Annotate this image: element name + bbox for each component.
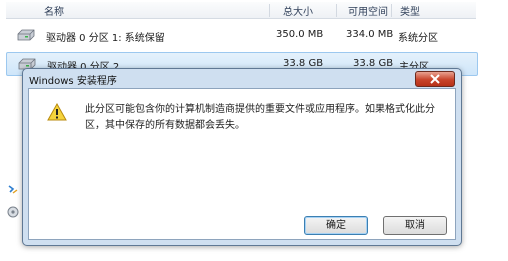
drive-icon xyxy=(17,29,35,41)
partition-type: 系统分区 xyxy=(398,33,438,44)
ok-button[interactable]: 确定 xyxy=(304,216,368,235)
partition-name: 驱动器 0 分区 1: 系统保留 xyxy=(46,33,165,44)
column-header-type[interactable]: 类型 xyxy=(400,3,420,18)
column-header-free-space[interactable]: 可用空间 xyxy=(348,3,388,18)
column-divider[interactable] xyxy=(391,4,392,17)
partition-free-space: 334.0 MB xyxy=(346,29,394,40)
column-header-total-size[interactable]: 总大小 xyxy=(283,3,313,18)
partition-total-size: 350.0 MB xyxy=(276,29,324,40)
dialog-title: Windows 安装程序 xyxy=(29,76,117,87)
column-divider[interactable] xyxy=(336,4,337,17)
close-button[interactable] xyxy=(415,71,455,87)
refresh-icon[interactable] xyxy=(6,183,20,197)
close-icon xyxy=(430,74,440,84)
load-driver-icon[interactable] xyxy=(6,205,20,219)
warning-icon xyxy=(47,103,67,121)
partition-list-header: 名称 总大小 可用空间 类型 xyxy=(6,2,476,19)
dialog-message: 此分区可能包含你的计算机制造商提供的重要文件或应用程序。如果格式化此分区，其中保… xyxy=(85,104,435,131)
column-header-name[interactable]: 名称 xyxy=(44,3,64,18)
column-divider[interactable] xyxy=(269,4,270,17)
partition-row[interactable]: 驱动器 0 分区 1: 系统保留 350.0 MB 334.0 MB 系统分区 xyxy=(6,24,476,46)
cancel-button[interactable]: 取消 xyxy=(383,216,447,235)
dialog-body: 此分区可能包含你的计算机制造商提供的重要文件或应用程序。如果格式化此分区，其中保… xyxy=(28,88,456,240)
format-warning-dialog: Windows 安装程序 此分区可能包含你的计算机制造商提供的重要文件或应用程序… xyxy=(22,68,462,246)
dialog-title-bar[interactable]: Windows 安装程序 xyxy=(23,69,461,87)
